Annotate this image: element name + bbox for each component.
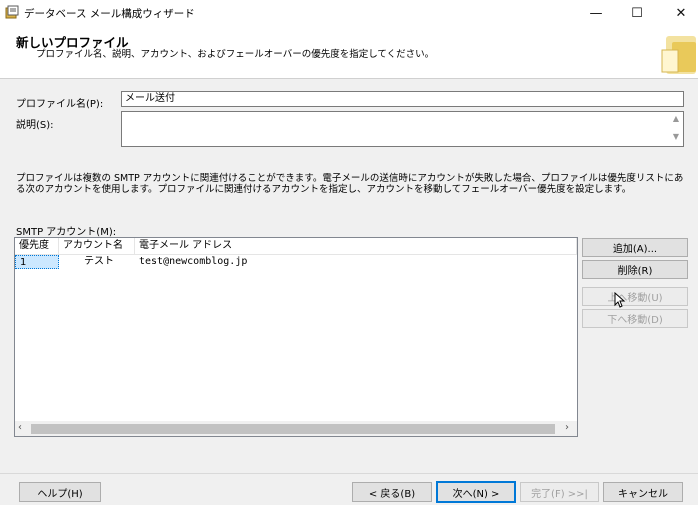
window-title: データベース メール構成ウィザード xyxy=(24,8,195,20)
smtp-accounts-label: SMTP アカウント(M): xyxy=(16,227,117,238)
close-button[interactable]: ✕ xyxy=(658,0,698,26)
minimize-button[interactable]: — xyxy=(573,0,619,26)
scrollbar-thumb[interactable] xyxy=(31,424,555,434)
profile-name-input[interactable]: メール送付 xyxy=(121,91,684,107)
close-icon: ✕ xyxy=(675,5,687,21)
description-scrollbar[interactable]: ▲ ▼ xyxy=(669,112,683,146)
scroll-up-icon[interactable]: ▲ xyxy=(669,114,683,123)
cell-priority: 1 xyxy=(15,255,59,269)
move-up-button[interactable]: 上へ移動(U) xyxy=(582,287,688,306)
app-icon xyxy=(5,5,19,19)
table-row[interactable]: 1 テスト test@newcomblog.jp xyxy=(15,255,577,269)
scroll-left-icon[interactable]: ‹ xyxy=(18,422,22,433)
smtp-accounts-list[interactable]: 優先度 アカウント名 電子メール アドレス 1 テスト test@newcomb… xyxy=(14,237,578,437)
column-header-email[interactable]: 電子メール アドレス xyxy=(135,238,577,254)
cell-email: test@newcomblog.jp xyxy=(139,256,248,267)
add-account-button[interactable]: 追加(A)... xyxy=(582,238,688,257)
description-input[interactable]: ▲ ▼ xyxy=(121,111,684,147)
wizard-graphic-icon xyxy=(661,36,696,74)
finish-button[interactable]: 完了(F) >>| xyxy=(520,482,599,502)
cancel-button[interactable]: キャンセル xyxy=(603,482,683,502)
description-label: 説明(S): xyxy=(16,120,54,131)
wizard-header: 新しいプロファイル プロファイル名、説明、アカウント、およびフェールオーバーの優… xyxy=(0,26,698,79)
mouse-cursor-icon xyxy=(614,292,626,308)
back-button[interactable]: < 戻る(B) xyxy=(352,482,432,502)
footer-divider xyxy=(0,473,698,474)
cell-account-name: テスト xyxy=(84,256,114,267)
move-down-button[interactable]: 下へ移動(D) xyxy=(582,309,688,328)
minimize-icon: — xyxy=(589,5,603,21)
page-description: プロファイル名、説明、アカウント、およびフェールオーバーの優先度を指定してくださ… xyxy=(36,49,435,60)
column-header-priority[interactable]: 優先度 xyxy=(15,238,59,254)
title-bar: データベース メール構成ウィザード — ☐ ✕ xyxy=(0,0,698,26)
horizontal-scrollbar[interactable]: ‹ › xyxy=(15,421,577,436)
column-header-account-name[interactable]: アカウント名 xyxy=(59,238,135,254)
next-button[interactable]: 次へ(N) > xyxy=(436,481,516,503)
help-button[interactable]: ヘルプ(H) xyxy=(19,482,101,502)
info-text: プロファイルは複数の SMTP アカウントに関連付けることができます。電子メール… xyxy=(16,173,684,195)
scroll-right-icon[interactable]: › xyxy=(565,422,569,433)
profile-name-label: プロファイル名(P): xyxy=(16,99,104,110)
remove-account-button[interactable]: 削除(R) xyxy=(582,260,688,279)
scroll-down-icon[interactable]: ▼ xyxy=(669,132,683,141)
maximize-icon: ☐ xyxy=(631,5,643,21)
maximize-button[interactable]: ☐ xyxy=(614,0,660,26)
